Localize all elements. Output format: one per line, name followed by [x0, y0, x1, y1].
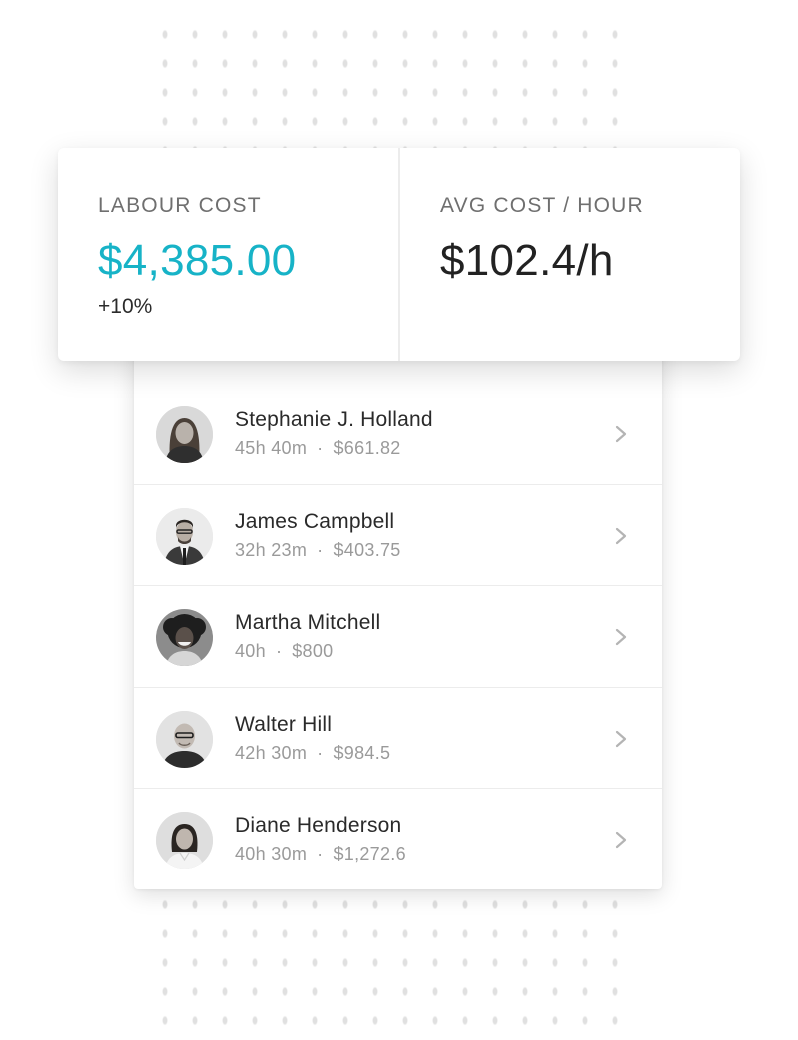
list-item-employee[interactable]: Martha Mitchell 40h · $800: [134, 586, 662, 688]
employee-meta: 32h 23m · $403.75: [235, 540, 401, 561]
employee-list: Stephanie J. Holland 45h 40m · $661.82 J…: [134, 383, 662, 891]
employee-name: James Campbell: [235, 509, 395, 533]
chevron-right-icon[interactable]: [612, 525, 630, 547]
employee-name: Walter Hill: [235, 712, 333, 736]
employee-meta: 40h · $800: [235, 641, 333, 662]
list-item-employee[interactable]: Diane Henderson 40h 30m · $1,272.6: [134, 789, 662, 891]
cost-summary-card: LABOUR COST $4,385.00 +10% AVG COST / HO…: [58, 148, 740, 361]
labour-cost-change: +10%: [98, 295, 153, 318]
avatar: [156, 406, 213, 463]
chevron-right-icon[interactable]: [612, 728, 630, 750]
employee-meta: 45h 40m · $661.82: [235, 438, 401, 459]
separator-dot: ·: [317, 539, 324, 560]
list-item-employee[interactable]: Walter Hill 42h 30m · $984.5: [134, 688, 662, 789]
separator-dot: ·: [317, 438, 324, 458]
employee-cost: $800: [292, 641, 334, 661]
employee-name: Stephanie J. Holland: [235, 408, 433, 431]
card-divider: [398, 148, 400, 361]
chevron-right-icon[interactable]: [612, 423, 630, 445]
employee-list-card: Stephanie J. Holland 45h 40m · $661.82 J…: [134, 330, 662, 889]
separator-dot: ·: [317, 742, 324, 763]
employee-hours: 40h 30m: [235, 844, 308, 864]
avg-cost-value: $102.4/h: [440, 236, 614, 285]
employee-cost: $403.75: [333, 539, 401, 560]
employee-cost: $1,272.6: [333, 844, 406, 864]
chevron-right-icon[interactable]: [612, 626, 630, 648]
avatar: [156, 609, 213, 666]
list-item-employee[interactable]: James Campbell 32h 23m · $403.75: [134, 485, 662, 586]
employee-hours: 40h: [235, 641, 266, 661]
avatar: [156, 710, 213, 768]
employee-hours: 32h 23m: [235, 539, 308, 560]
employee-hours: 45h 40m: [235, 438, 308, 458]
chevron-right-icon[interactable]: [612, 829, 630, 851]
employee-hours: 42h 30m: [235, 742, 308, 763]
list-item-employee[interactable]: Stephanie J. Holland 45h 40m · $661.82: [134, 383, 662, 485]
separator-dot: ·: [275, 641, 283, 661]
employee-cost: $984.5: [333, 742, 391, 763]
avg-cost-label: AVG COST / HOUR: [440, 194, 644, 217]
employee-name: Martha Mitchell: [235, 611, 381, 634]
separator-dot: ·: [317, 844, 324, 864]
employee-meta: 40h 30m · $1,272.6: [235, 844, 406, 865]
labour-cost-value: $4,385.00: [98, 236, 297, 285]
employee-meta: 42h 30m · $984.5: [235, 743, 390, 764]
avatar: [156, 507, 213, 565]
employee-cost: $661.82: [333, 438, 401, 458]
avatar: [156, 812, 213, 869]
employee-name: Diane Henderson: [235, 814, 402, 837]
labour-cost-label: LABOUR COST: [98, 194, 262, 217]
